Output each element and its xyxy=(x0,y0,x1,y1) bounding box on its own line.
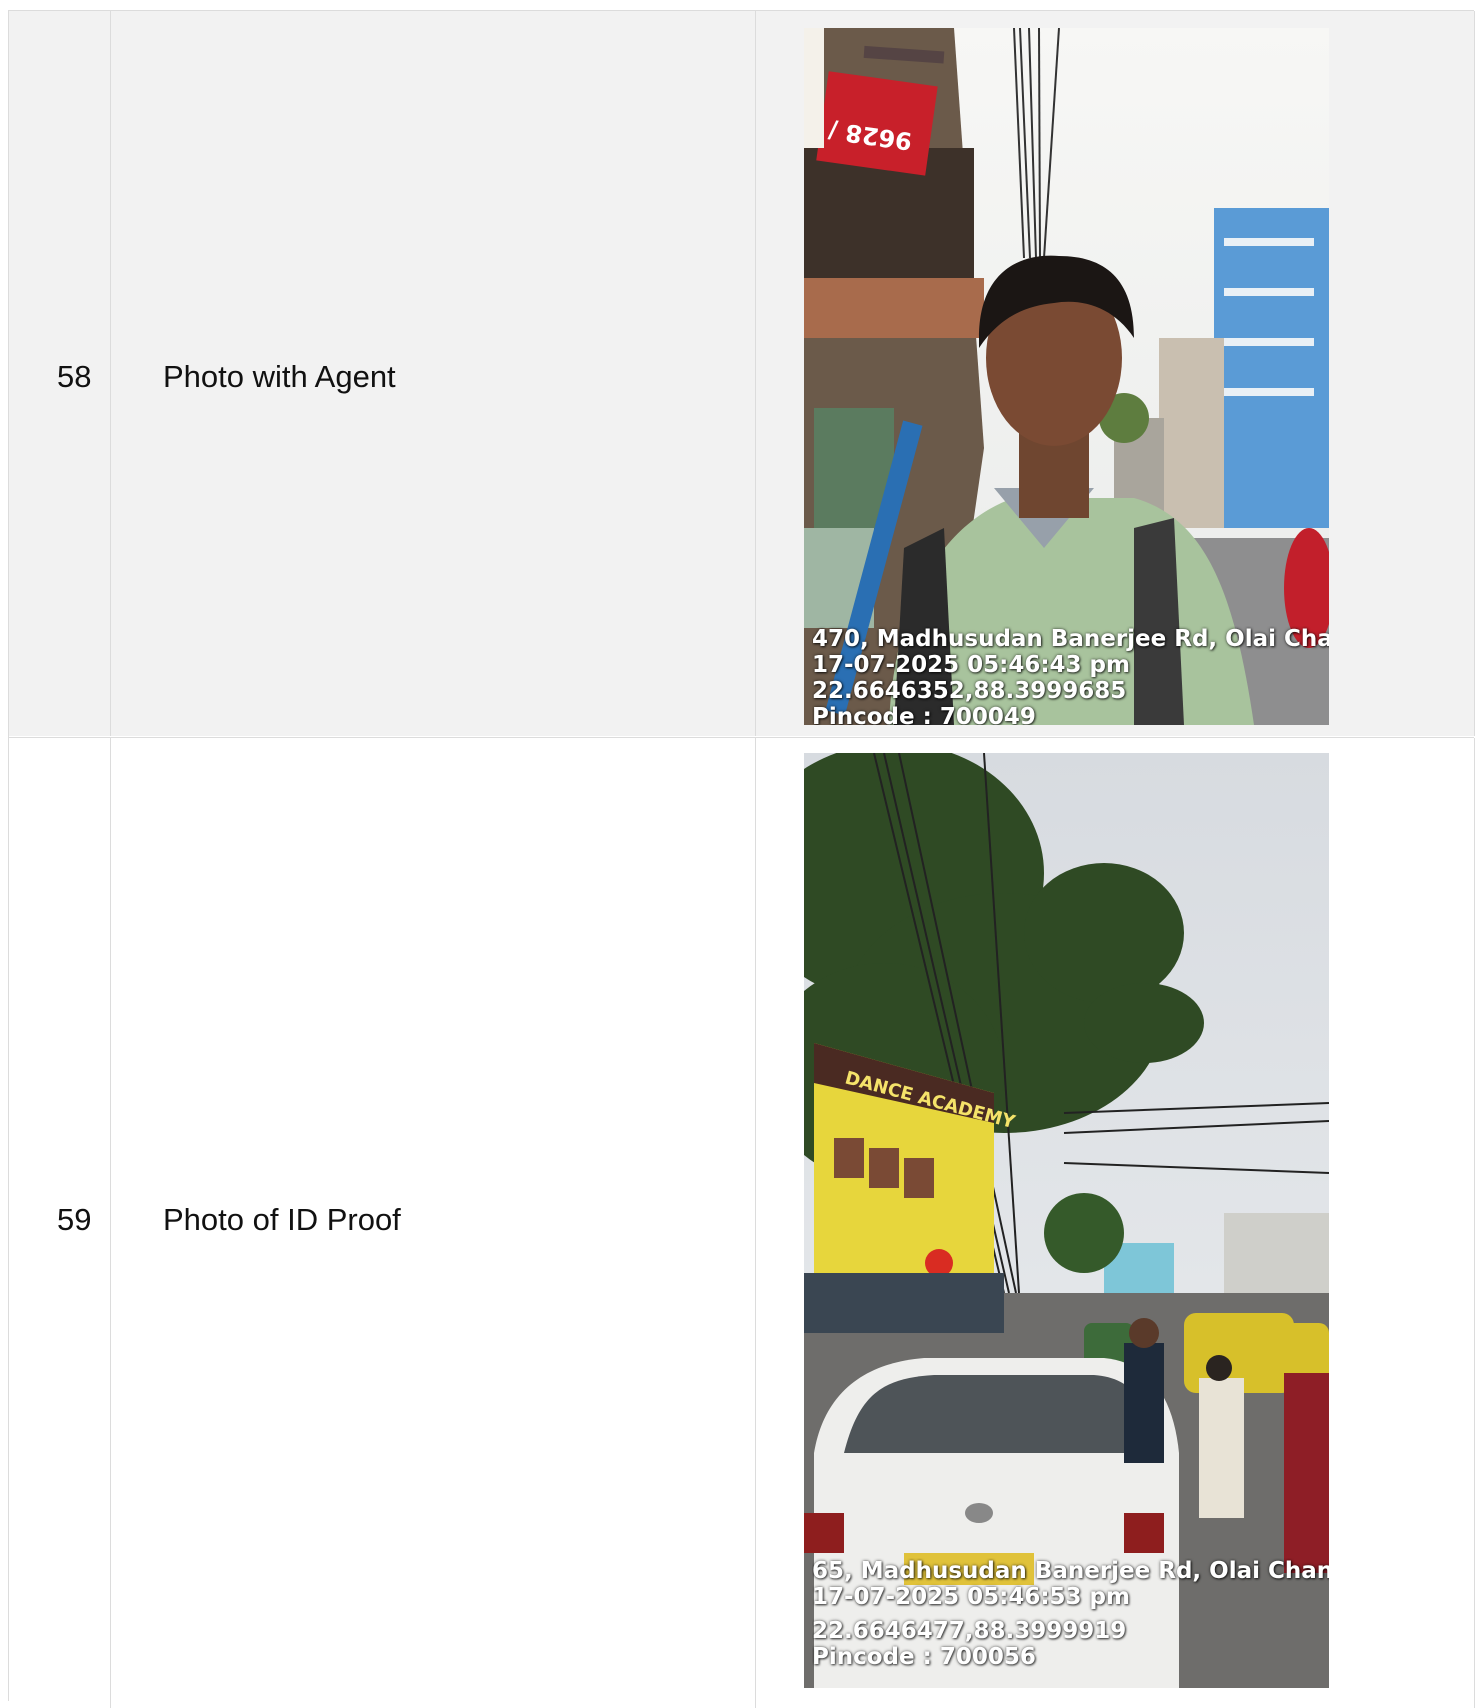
stamp-datetime: 17-07-2025 05:46:43 pm xyxy=(812,652,1130,678)
table-row: 58 Photo with Agent 9628 / 470, Madhusud… xyxy=(9,11,1475,736)
stamp-coordinates: 22.6646352,88.3999685 xyxy=(812,678,1127,704)
stamp-pincode: Pincode : 700049 xyxy=(812,704,1036,725)
stamp-coordinates: 22.6646477,88.3999919 xyxy=(812,1618,1127,1644)
table-row: 59 Photo of ID Proof DANCE ACADEMY 65, M… xyxy=(9,737,1475,1708)
stamp-address: 470, Madhusudan Banerjee Rd, Olai Chan xyxy=(812,626,1329,652)
agent-photo-image: 9628 / open xyxy=(804,28,1329,725)
row-label-cell: Photo of ID Proof xyxy=(111,738,756,1708)
row-number-cell: 59 xyxy=(9,738,111,1708)
stamp-pincode: Pincode : 700056 xyxy=(812,1644,1036,1670)
agent-photo[interactable]: 9628 / open xyxy=(804,28,1329,725)
row-label: Photo with Agent xyxy=(163,359,396,394)
id-proof-photo-image: DANCE ACADEMY xyxy=(804,753,1329,1688)
stamp-address: 65, Madhusudan Banerjee Rd, Olai Chan xyxy=(812,1558,1329,1584)
photo-geo-stamp: 65, Madhusudan Banerjee Rd, Olai Chan 17… xyxy=(812,1558,1329,1670)
row-photo-cell: DANCE ACADEMY 65, Madhusudan Banerjee Rd… xyxy=(756,738,1475,1708)
row-label-cell: Photo with Agent xyxy=(111,11,756,736)
row-label: Photo of ID Proof xyxy=(163,1202,401,1237)
stamp-datetime: 17-07-2025 05:46:53 pm xyxy=(812,1584,1130,1610)
row-number-cell: 58 xyxy=(9,11,111,736)
row-number: 58 xyxy=(57,359,92,394)
row-number: 59 xyxy=(57,1202,92,1237)
submission-table: 58 Photo with Agent 9628 / 470, Madhusud… xyxy=(8,10,1475,1708)
row-photo-cell: 9628 / open xyxy=(756,11,1475,736)
photo-geo-stamp: 470, Madhusudan Banerjee Rd, Olai Chan 1… xyxy=(812,626,1329,725)
id-proof-photo[interactable]: DANCE ACADEMY 65, Madhusudan Banerjee Rd… xyxy=(804,753,1329,1688)
